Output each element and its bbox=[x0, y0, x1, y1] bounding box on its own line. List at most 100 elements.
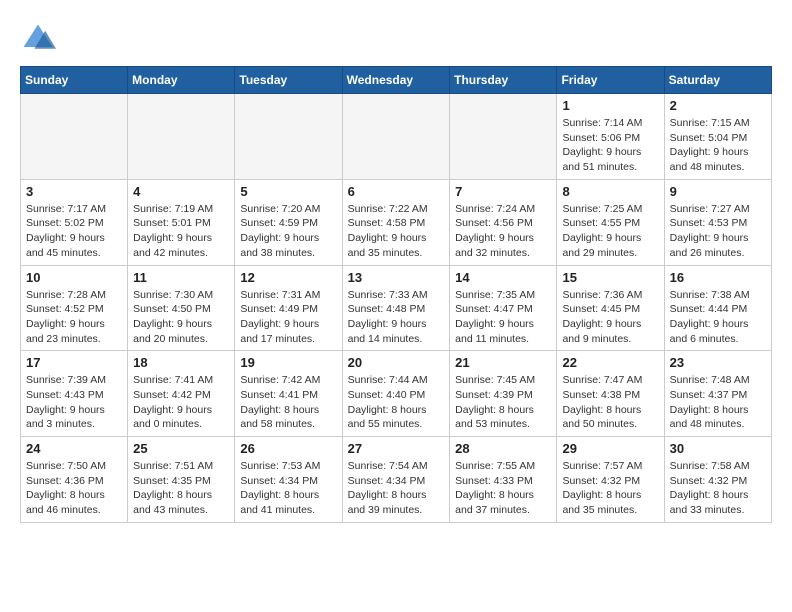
calendar-cell: 21 Sunrise: 7:45 AM Sunset: 4:39 PM Dayli… bbox=[450, 351, 557, 437]
day-info: Sunrise: 7:19 AM Sunset: 5:01 PM Dayligh… bbox=[133, 202, 229, 261]
day-info: Sunrise: 7:17 AM Sunset: 5:02 PM Dayligh… bbox=[26, 202, 122, 261]
day-info: Sunrise: 7:24 AM Sunset: 4:56 PM Dayligh… bbox=[455, 202, 551, 261]
calendar-week-row: 17Sunrise: 7:39 AM Sunset: 4:43 PM Dayli… bbox=[21, 351, 772, 437]
calendar-cell: 12 Sunrise: 7:31 AM Sunset: 4:49 PM Dayli… bbox=[235, 265, 342, 351]
day-number: 25 bbox=[133, 441, 229, 456]
day-number: 26 bbox=[240, 441, 336, 456]
logo bbox=[20, 20, 62, 56]
day-info: Sunrise: 7:15 AM Sunset: 5:04 PM Dayligh… bbox=[670, 116, 766, 175]
day-info: Sunrise: 7:38 AM Sunset: 4:44 PM Dayligh… bbox=[670, 288, 766, 347]
calendar-cell: 19Sunrise: 7:42 AM Sunset: 4:41 PM Dayli… bbox=[235, 351, 342, 437]
day-number: 15 bbox=[562, 270, 658, 285]
day-number: 23 bbox=[670, 355, 766, 370]
calendar-cell: 23 Sunrise: 7:48 AM Sunset: 4:37 PM Dayli… bbox=[664, 351, 771, 437]
day-number: 16 bbox=[670, 270, 766, 285]
calendar-week-row: 24 Sunrise: 7:50 AM Sunset: 4:36 PM Dayli… bbox=[21, 437, 772, 523]
day-info: Sunrise: 7:48 AM Sunset: 4:37 PM Dayligh… bbox=[670, 373, 766, 432]
day-number: 8 bbox=[562, 184, 658, 199]
day-number: 19 bbox=[240, 355, 336, 370]
calendar-cell: 30 Sunrise: 7:58 AM Sunset: 4:32 PM Dayli… bbox=[664, 437, 771, 523]
day-info: Sunrise: 7:20 AM Sunset: 4:59 PM Dayligh… bbox=[240, 202, 336, 261]
day-number: 5 bbox=[240, 184, 336, 199]
calendar-cell: 1 Sunrise: 7:14 AM Sunset: 5:06 PM Daylig… bbox=[557, 94, 664, 180]
day-info: Sunrise: 7:44 AM Sunset: 4:40 PM Dayligh… bbox=[348, 373, 445, 432]
day-number: 11 bbox=[133, 270, 229, 285]
weekday-header: Sunday bbox=[21, 67, 128, 94]
day-info: Sunrise: 7:27 AM Sunset: 4:53 PM Dayligh… bbox=[670, 202, 766, 261]
day-info: Sunrise: 7:55 AM Sunset: 4:33 PM Dayligh… bbox=[455, 459, 551, 518]
calendar-cell: 28 Sunrise: 7:55 AM Sunset: 4:33 PM Dayli… bbox=[450, 437, 557, 523]
calendar-cell: 8 Sunrise: 7:25 AM Sunset: 4:55 PM Daylig… bbox=[557, 179, 664, 265]
day-number: 27 bbox=[348, 441, 445, 456]
day-number: 28 bbox=[455, 441, 551, 456]
day-info: Sunrise: 7:25 AM Sunset: 4:55 PM Dayligh… bbox=[562, 202, 658, 261]
day-number: 7 bbox=[455, 184, 551, 199]
calendar-cell bbox=[128, 94, 235, 180]
day-info: Sunrise: 7:35 AM Sunset: 4:47 PM Dayligh… bbox=[455, 288, 551, 347]
calendar-cell: 17Sunrise: 7:39 AM Sunset: 4:43 PM Dayli… bbox=[21, 351, 128, 437]
day-number: 24 bbox=[26, 441, 122, 456]
weekday-header: Tuesday bbox=[235, 67, 342, 94]
day-number: 30 bbox=[670, 441, 766, 456]
calendar-cell: 25 Sunrise: 7:51 AM Sunset: 4:35 PM Dayli… bbox=[128, 437, 235, 523]
day-info: Sunrise: 7:50 AM Sunset: 4:36 PM Dayligh… bbox=[26, 459, 122, 518]
calendar-cell: 7 Sunrise: 7:24 AM Sunset: 4:56 PM Daylig… bbox=[450, 179, 557, 265]
day-number: 14 bbox=[455, 270, 551, 285]
calendar-cell: 27 Sunrise: 7:54 AM Sunset: 4:34 PM Dayli… bbox=[342, 437, 450, 523]
calendar-cell: 29Sunrise: 7:57 AM Sunset: 4:32 PM Dayli… bbox=[557, 437, 664, 523]
day-info: Sunrise: 7:51 AM Sunset: 4:35 PM Dayligh… bbox=[133, 459, 229, 518]
day-number: 6 bbox=[348, 184, 445, 199]
day-number: 3 bbox=[26, 184, 122, 199]
day-info: Sunrise: 7:41 AM Sunset: 4:42 PM Dayligh… bbox=[133, 373, 229, 432]
weekday-header: Friday bbox=[557, 67, 664, 94]
day-number: 21 bbox=[455, 355, 551, 370]
day-info: Sunrise: 7:54 AM Sunset: 4:34 PM Dayligh… bbox=[348, 459, 445, 518]
page-header bbox=[20, 20, 772, 56]
weekday-header: Wednesday bbox=[342, 67, 450, 94]
day-number: 18 bbox=[133, 355, 229, 370]
day-info: Sunrise: 7:47 AM Sunset: 4:38 PM Dayligh… bbox=[562, 373, 658, 432]
day-number: 12 bbox=[240, 270, 336, 285]
calendar-cell: 18 Sunrise: 7:41 AM Sunset: 4:42 PM Dayli… bbox=[128, 351, 235, 437]
day-number: 4 bbox=[133, 184, 229, 199]
calendar-cell bbox=[235, 94, 342, 180]
day-info: Sunrise: 7:58 AM Sunset: 4:32 PM Dayligh… bbox=[670, 459, 766, 518]
logo-icon bbox=[20, 20, 56, 56]
weekday-header: Monday bbox=[128, 67, 235, 94]
calendar-cell bbox=[450, 94, 557, 180]
day-number: 10 bbox=[26, 270, 122, 285]
weekday-header: Saturday bbox=[664, 67, 771, 94]
day-info: Sunrise: 7:45 AM Sunset: 4:39 PM Dayligh… bbox=[455, 373, 551, 432]
calendar-cell: 24 Sunrise: 7:50 AM Sunset: 4:36 PM Dayli… bbox=[21, 437, 128, 523]
day-info: Sunrise: 7:33 AM Sunset: 4:48 PM Dayligh… bbox=[348, 288, 445, 347]
calendar-cell: 2 Sunrise: 7:15 AM Sunset: 5:04 PM Daylig… bbox=[664, 94, 771, 180]
day-info: Sunrise: 7:39 AM Sunset: 4:43 PM Dayligh… bbox=[26, 373, 122, 432]
day-info: Sunrise: 7:28 AM Sunset: 4:52 PM Dayligh… bbox=[26, 288, 122, 347]
day-number: 1 bbox=[562, 98, 658, 113]
day-number: 22 bbox=[562, 355, 658, 370]
day-info: Sunrise: 7:31 AM Sunset: 4:49 PM Dayligh… bbox=[240, 288, 336, 347]
day-number: 2 bbox=[670, 98, 766, 113]
day-number: 20 bbox=[348, 355, 445, 370]
day-number: 9 bbox=[670, 184, 766, 199]
calendar-cell bbox=[342, 94, 450, 180]
day-info: Sunrise: 7:36 AM Sunset: 4:45 PM Dayligh… bbox=[562, 288, 658, 347]
calendar-cell: 10 Sunrise: 7:28 AM Sunset: 4:52 PM Dayli… bbox=[21, 265, 128, 351]
day-info: Sunrise: 7:14 AM Sunset: 5:06 PM Dayligh… bbox=[562, 116, 658, 175]
calendar-week-row: 10 Sunrise: 7:28 AM Sunset: 4:52 PM Dayli… bbox=[21, 265, 772, 351]
weekday-header-row: SundayMondayTuesdayWednesdayThursdayFrid… bbox=[21, 67, 772, 94]
day-info: Sunrise: 7:57 AM Sunset: 4:32 PM Dayligh… bbox=[562, 459, 658, 518]
calendar-cell: 6 Sunrise: 7:22 AM Sunset: 4:58 PM Daylig… bbox=[342, 179, 450, 265]
calendar-cell: 9 Sunrise: 7:27 AM Sunset: 4:53 PM Daylig… bbox=[664, 179, 771, 265]
calendar-cell: 22 Sunrise: 7:47 AM Sunset: 4:38 PM Dayli… bbox=[557, 351, 664, 437]
calendar-cell: 13 Sunrise: 7:33 AM Sunset: 4:48 PM Dayli… bbox=[342, 265, 450, 351]
day-info: Sunrise: 7:30 AM Sunset: 4:50 PM Dayligh… bbox=[133, 288, 229, 347]
day-info: Sunrise: 7:53 AM Sunset: 4:34 PM Dayligh… bbox=[240, 459, 336, 518]
day-number: 13 bbox=[348, 270, 445, 285]
calendar-week-row: 3 Sunrise: 7:17 AM Sunset: 5:02 PM Daylig… bbox=[21, 179, 772, 265]
calendar-cell: 5 Sunrise: 7:20 AM Sunset: 4:59 PM Daylig… bbox=[235, 179, 342, 265]
day-info: Sunrise: 7:22 AM Sunset: 4:58 PM Dayligh… bbox=[348, 202, 445, 261]
calendar-cell: 26 Sunrise: 7:53 AM Sunset: 4:34 PM Dayli… bbox=[235, 437, 342, 523]
calendar-cell: 14 Sunrise: 7:35 AM Sunset: 4:47 PM Dayli… bbox=[450, 265, 557, 351]
calendar-cell: 15 Sunrise: 7:36 AM Sunset: 4:45 PM Dayli… bbox=[557, 265, 664, 351]
